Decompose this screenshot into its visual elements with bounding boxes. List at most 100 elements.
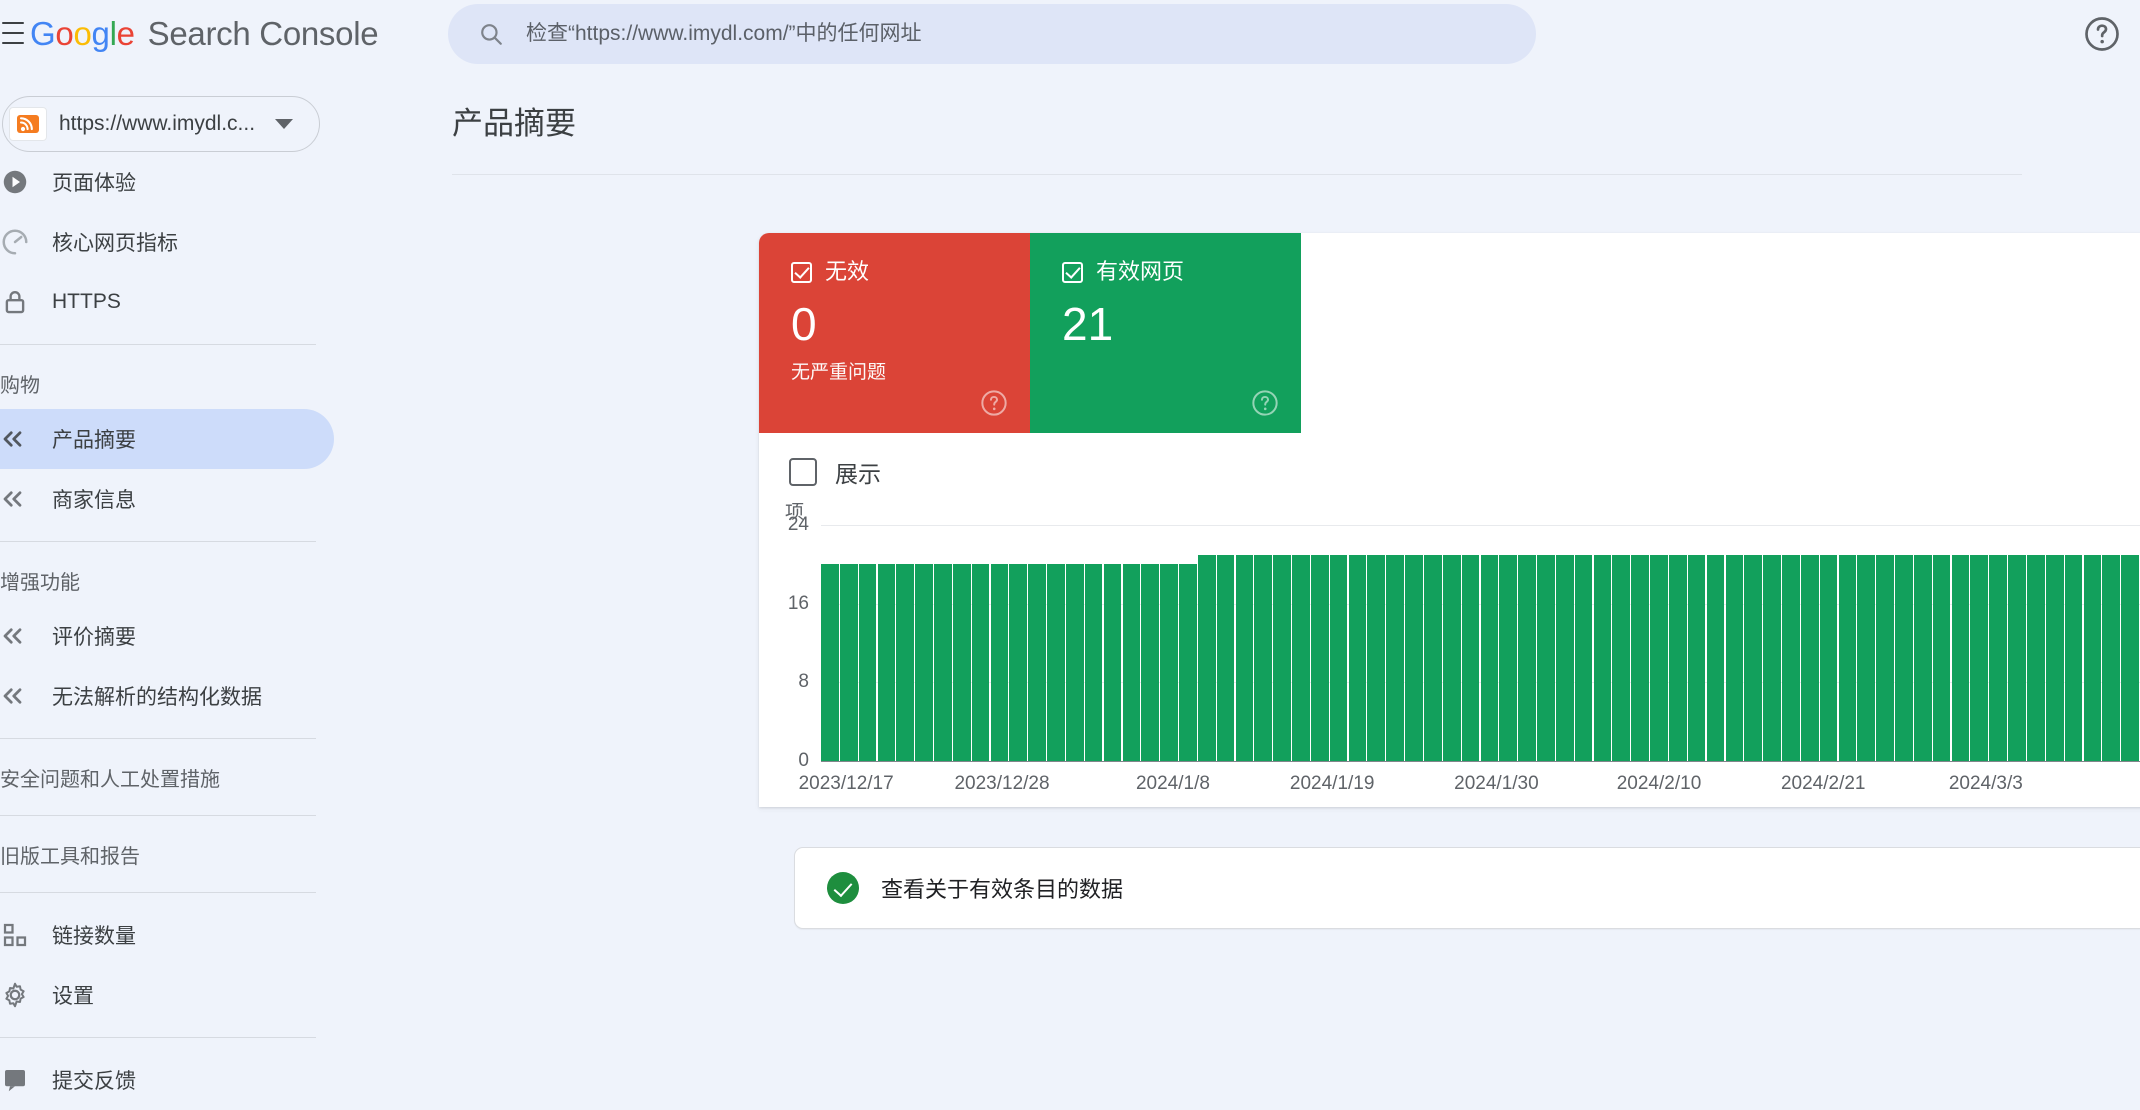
chart-bar[interactable] — [2084, 555, 2102, 762]
chart-bar[interactable] — [1330, 555, 1348, 762]
chart-bar[interactable] — [821, 564, 839, 761]
sidebar-item-product-summary[interactable]: 产品摘要 — [0, 409, 334, 469]
chart-bar[interactable] — [2065, 555, 2083, 762]
chart-bar[interactable] — [1914, 555, 1932, 762]
chart-bar[interactable] — [1160, 564, 1178, 761]
help-button[interactable] — [2082, 14, 2122, 54]
chart-bar[interactable] — [2027, 555, 2045, 762]
chart-bar[interactable] — [1481, 555, 1499, 762]
chart-bar[interactable] — [2046, 555, 2064, 762]
chart-bar[interactable] — [1047, 564, 1065, 761]
chart-bar[interactable] — [1066, 564, 1084, 761]
chart-bar[interactable] — [1217, 555, 1235, 762]
sidebar-item-links[interactable]: 链接数量 — [0, 905, 334, 965]
help-circle-icon[interactable] — [1251, 389, 1279, 417]
chart-bar[interactable] — [991, 564, 1009, 761]
chart-bar[interactable] — [1405, 555, 1423, 762]
chart-bar[interactable] — [1820, 555, 1838, 762]
chart-bar[interactable] — [2102, 555, 2120, 762]
chart-bar[interactable] — [1876, 555, 1894, 762]
chart-bar[interactable] — [1499, 555, 1517, 762]
chart-bar[interactable] — [840, 564, 858, 761]
chart-bar[interactable] — [934, 564, 952, 761]
chart-bar[interactable] — [1273, 555, 1291, 762]
sidebar-item-label: HTTPS — [52, 290, 121, 314]
sidebar-divider — [0, 541, 316, 542]
sidebar-item-page-experience[interactable]: 页面体验 — [0, 152, 334, 212]
chart-bar[interactable] — [1028, 564, 1046, 761]
chart-bar[interactable] — [878, 564, 896, 761]
view-valid-items-data-link[interactable]: 查看关于有效条目的数据 — [794, 847, 2140, 929]
chart-bar[interactable] — [1198, 555, 1216, 762]
chart-bar[interactable] — [1782, 555, 1800, 762]
chart-bar[interactable] — [1669, 555, 1687, 762]
chart-bar[interactable] — [1594, 555, 1612, 762]
chart-bar[interactable] — [1104, 564, 1122, 761]
chart-bar[interactable] — [1612, 555, 1630, 762]
sidebar-item-review-snippets[interactable]: 评价摘要 — [0, 606, 334, 666]
chart-bar[interactable] — [1857, 555, 1875, 762]
chart-bar[interactable] — [1009, 564, 1027, 761]
chart-bar[interactable] — [1141, 564, 1159, 761]
hamburger-icon[interactable] — [2, 22, 28, 44]
chart-bar[interactable] — [1462, 555, 1480, 762]
chart-bar[interactable] — [1386, 555, 1404, 762]
chart-bar[interactable] — [1839, 555, 1857, 762]
status-tile-invalid[interactable]: 无效 0 无严重问题 — [759, 233, 1030, 433]
chart-bar[interactable] — [1763, 555, 1781, 762]
chart-bar[interactable] — [1989, 555, 2007, 762]
chart-bar[interactable] — [1443, 555, 1461, 762]
chart-bar[interactable] — [1424, 555, 1442, 762]
sidebar[interactable]: https://www.imydl.c... 页面体验 核心网页指标 — [0, 68, 334, 1110]
chart-bar[interactable] — [859, 564, 877, 761]
chart-bar[interactable] — [1650, 555, 1668, 762]
chart-bar[interactable] — [2121, 555, 2139, 762]
legend-checkbox-impressions[interactable] — [789, 458, 817, 486]
sidebar-item-https[interactable]: HTTPS — [0, 272, 334, 332]
chart-bar[interactable] — [1933, 555, 1951, 762]
checkbox-checked-icon[interactable] — [791, 262, 812, 283]
chart-bar[interactable] — [1311, 555, 1329, 762]
help-circle-icon[interactable] — [980, 389, 1008, 417]
status-tile-valid[interactable]: 有效网页 21 — [1030, 233, 1301, 433]
chart-bar[interactable] — [1123, 564, 1141, 761]
sidebar-item-send-feedback[interactable]: 提交反馈 — [0, 1050, 334, 1110]
chart-bar[interactable] — [1254, 555, 1272, 762]
chart-bar[interactable] — [1801, 555, 1819, 762]
chart-bar[interactable] — [1537, 555, 1555, 762]
chart-bar[interactable] — [1518, 555, 1536, 762]
chart-bar[interactable] — [1895, 555, 1913, 762]
checkbox-checked-icon[interactable] — [1062, 262, 1083, 283]
chart-bar[interactable] — [1952, 555, 1970, 762]
chart-bar[interactable] — [1744, 555, 1762, 762]
chart-bar[interactable] — [953, 564, 971, 761]
chart-bar[interactable] — [1236, 555, 1254, 762]
chart-bar[interactable] — [1575, 555, 1593, 762]
links-icon — [0, 920, 30, 950]
sidebar-item-unparsable-structured-data[interactable]: 无法解析的结构化数据 — [0, 666, 334, 726]
chart-bar[interactable] — [1631, 555, 1649, 762]
chart-bar[interactable] — [1085, 564, 1103, 761]
chart-bar[interactable] — [1970, 555, 1988, 762]
items-bar-chart: 项 081624 — [759, 511, 2140, 761]
sidebar-item-core-web-vitals[interactable]: 核心网页指标 — [0, 212, 334, 272]
chart-bar[interactable] — [2008, 555, 2026, 762]
chart-bar[interactable] — [896, 564, 914, 761]
search-bar[interactable]: 检查“https://www.imydl.com/”中的任何网址 — [448, 4, 1536, 64]
sidebar-item-settings[interactable]: 设置 — [0, 965, 334, 1025]
chart-bar[interactable] — [1367, 555, 1385, 762]
chart-bar[interactable] — [1179, 564, 1197, 761]
product-name: Search Console — [148, 15, 379, 52]
chart-bar[interactable] — [1556, 555, 1574, 762]
chart-bar[interactable] — [1726, 555, 1744, 762]
chart-bar[interactable] — [915, 564, 933, 761]
chart-bar[interactable] — [1707, 555, 1725, 762]
chart-bar[interactable] — [1349, 555, 1367, 762]
property-selector[interactable]: https://www.imydl.c... — [2, 96, 320, 152]
sidebar-item-merchant-listings[interactable]: 商家信息 — [0, 469, 334, 529]
chevron-down-icon[interactable] — [275, 119, 293, 129]
sidebar-divider — [0, 892, 316, 893]
chart-bar[interactable] — [1688, 555, 1706, 762]
chart-bar[interactable] — [972, 564, 990, 761]
chart-bar[interactable] — [1292, 555, 1310, 762]
